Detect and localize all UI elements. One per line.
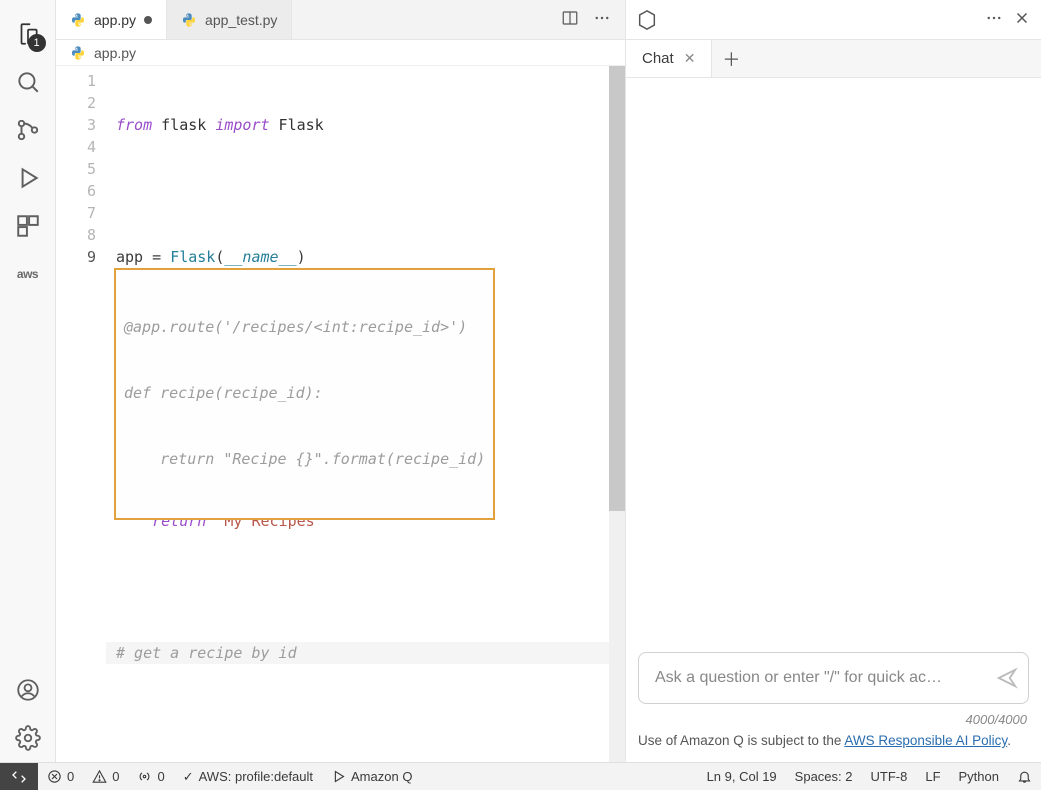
chat-panel: Chat ✕ ＋ Ask a question or enter "/" for… [625, 0, 1041, 762]
chat-tab-label: Chat [642, 50, 674, 67]
panel-close-button[interactable] [1013, 9, 1031, 30]
activity-bar: 1 aws [0, 0, 56, 762]
python-icon [181, 12, 197, 28]
chat-tab[interactable]: Chat ✕ [626, 40, 712, 77]
status-ports[interactable]: 0 [128, 769, 173, 784]
code-editor[interactable]: 1 2 3 4 5 6 7 8 9 from flask import Flas… [56, 66, 625, 762]
chat-input-placeholder: Ask a question or enter "/" for quick ac… [655, 669, 996, 687]
status-errors[interactable]: 0 [38, 769, 83, 784]
remote-button[interactable] [0, 763, 38, 790]
breadcrumb-file: app.py [94, 45, 136, 61]
modified-dot-icon [144, 16, 152, 24]
debug-button[interactable] [4, 154, 52, 202]
settings-button[interactable] [4, 714, 52, 762]
split-editor-button[interactable] [561, 9, 579, 30]
breadcrumb[interactable]: app.py [56, 40, 625, 66]
search-button[interactable] [4, 58, 52, 106]
minimap[interactable] [609, 66, 625, 762]
tab-app-py[interactable]: app.py [56, 0, 167, 39]
code-content[interactable]: from flask import Flask app = Flask(__na… [106, 66, 609, 762]
chat-tab-close[interactable]: ✕ [684, 50, 696, 67]
chat-input[interactable]: Ask a question or enter "/" for quick ac… [638, 652, 1029, 704]
aws-icon: aws [17, 267, 38, 281]
panel-more-button[interactable] [985, 9, 1003, 30]
chat-body [626, 78, 1041, 638]
chat-legal: Use of Amazon Q is subject to the AWS Re… [626, 733, 1041, 762]
scm-button[interactable] [4, 106, 52, 154]
status-aws-profile[interactable]: ✓ AWS: profile:default [174, 769, 322, 785]
editor-area: app.py app_test.py app.py [56, 0, 625, 762]
send-icon[interactable] [996, 667, 1018, 689]
status-bar: 0 0 0 ✓ AWS: profile:default Amazon Q Ln… [0, 762, 1041, 790]
status-notifications[interactable] [1008, 769, 1041, 784]
account-button[interactable] [4, 666, 52, 714]
status-position[interactable]: Ln 9, Col 19 [698, 769, 786, 784]
chat-tabs: Chat ✕ ＋ [626, 40, 1041, 78]
editor-tabs-row: app.py app_test.py [56, 0, 625, 40]
aws-button[interactable]: aws [4, 250, 52, 298]
explorer-button[interactable]: 1 [4, 10, 52, 58]
status-eol[interactable]: LF [916, 769, 949, 784]
policy-link[interactable]: AWS Responsible AI Policy [844, 733, 1007, 748]
chat-add-tab[interactable]: ＋ [712, 46, 750, 72]
chat-char-counter: 4000/4000 [626, 712, 1041, 733]
explorer-badge: 1 [28, 34, 46, 52]
status-spaces[interactable]: Spaces: 2 [786, 769, 862, 784]
status-amazon-q[interactable]: Amazon Q [322, 769, 421, 784]
line-gutter: 1 2 3 4 5 6 7 8 9 [56, 66, 106, 762]
amazon-q-icon [636, 9, 658, 31]
editor-more-button[interactable] [593, 9, 611, 30]
status-warnings[interactable]: 0 [83, 769, 128, 784]
code-suggestion[interactable]: @app.route('/recipes/<int:recipe_id>') d… [114, 268, 495, 520]
python-icon [70, 45, 86, 61]
tab-label: app.py [94, 12, 136, 28]
python-icon [70, 12, 86, 28]
status-encoding[interactable]: UTF-8 [862, 769, 917, 784]
status-lang[interactable]: Python [950, 769, 1008, 784]
extensions-button[interactable] [4, 202, 52, 250]
tab-app-test-py[interactable]: app_test.py [167, 0, 292, 39]
chat-panel-header [626, 0, 1041, 40]
tab-label: app_test.py [205, 12, 277, 28]
